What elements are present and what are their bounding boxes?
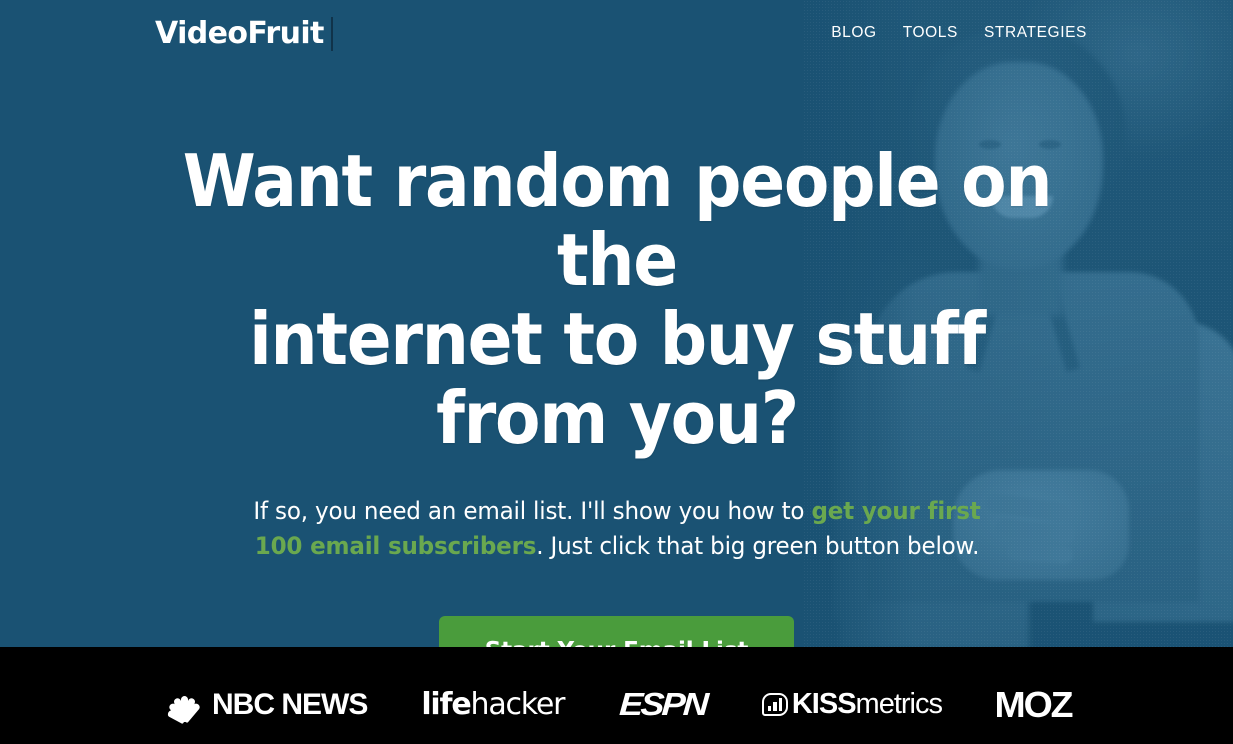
nbc-news-label: NBC NEWS: [212, 687, 368, 721]
nav-item-blog[interactable]: BLOG: [831, 24, 876, 42]
page-headline: Want random people on the internet to bu…: [157, 142, 1077, 458]
site-logo[interactable]: VideoFruit: [155, 17, 333, 51]
lifehacker-label: lifehacker: [421, 687, 566, 722]
cta-container: Start Your Email List: [0, 616, 1233, 647]
press-logo-moz: MOZ: [994, 683, 1074, 726]
moz-label: MOZ: [994, 683, 1074, 725]
start-email-list-button[interactable]: Start Your Email List: [438, 616, 795, 647]
nav-links: BLOG TOOLS STRATEGIES: [831, 24, 1087, 42]
kissmetrics-label-bold: KISS: [791, 688, 857, 720]
hero-content: Want random people on the internet to bu…: [0, 72, 1233, 647]
lifehacker-label-bold: life: [421, 687, 471, 722]
press-logo-espn: ESPN: [618, 686, 708, 723]
nbc-peacock-icon: [163, 688, 203, 724]
kissmetrics-bar-chart-icon: [761, 693, 788, 716]
press-logo-nbc-news: NBC NEWS: [163, 687, 368, 724]
subhead-text-before: If so, you need an email list. I'll show…: [252, 497, 811, 525]
logo-text: VideoFruit: [155, 16, 324, 51]
kissmetrics-label: KISSmetrics: [791, 688, 943, 721]
nav-item-strategies[interactable]: STRATEGIES: [984, 24, 1087, 42]
subhead-text-after: . Just click that big green button below…: [535, 532, 979, 560]
press-logo-bar: NBC NEWS lifehacker ESPN KISSmetrics MOZ: [0, 647, 1233, 744]
page-subheadline: If so, you need an email list. I'll show…: [247, 494, 986, 564]
press-logo-lifehacker: lifehacker: [421, 687, 566, 722]
top-navigation: VideoFruit BLOG TOOLS STRATEGIES: [0, 0, 1233, 72]
press-logo-kissmetrics: KISSmetrics: [761, 688, 943, 721]
headline-line-1: Want random people on the: [182, 139, 1052, 302]
headline-line-2: internet to buy stuff from you?: [248, 297, 986, 460]
logo-caret-icon: [330, 17, 333, 51]
espn-label: ESPN: [618, 686, 708, 722]
lifehacker-label-regular: hacker: [470, 687, 566, 722]
nav-item-tools[interactable]: TOOLS: [903, 24, 958, 42]
kissmetrics-label-regular: metrics: [855, 688, 943, 720]
landing-page: VideoFruit BLOG TOOLS STRATEGIES Want ra…: [0, 0, 1233, 744]
hero-section: VideoFruit BLOG TOOLS STRATEGIES Want ra…: [0, 0, 1233, 647]
